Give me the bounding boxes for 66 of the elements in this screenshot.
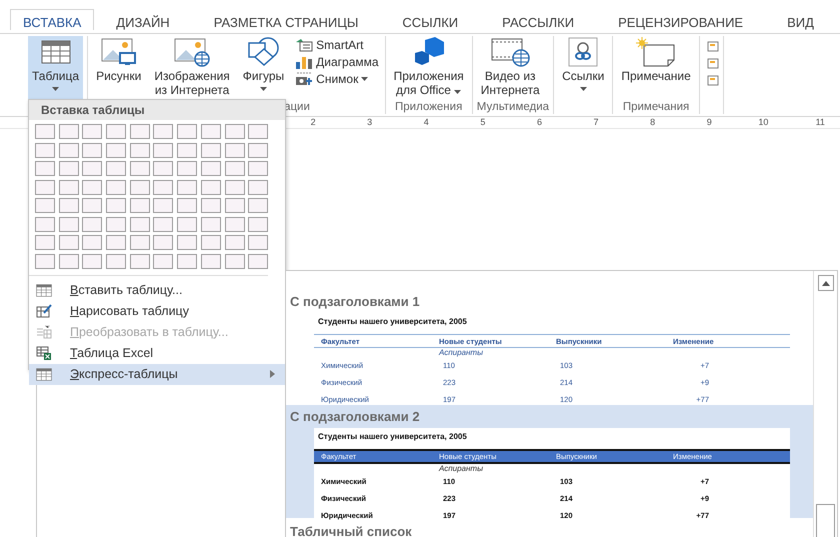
smartart-icon	[295, 38, 314, 52]
table-caption: Студенты нашего университета, 2005	[317, 316, 468, 328]
ribbon-tab[interactable]: РАЗМЕТКА СТРАНИЦЫ	[192, 9, 380, 30]
ribbon-button[interactable]: Диаграмма	[293, 54, 381, 70]
ruler-number: 2	[310, 117, 316, 128]
ruler-number: 7	[592, 117, 599, 128]
note-icon	[636, 37, 676, 67]
scroll-up-button[interactable]	[818, 275, 834, 291]
gallery-item-title: С подзаголовками 1	[289, 294, 421, 310]
ribbon-button[interactable]: Снимок	[293, 71, 381, 87]
convert-icon	[36, 325, 52, 339]
up-arrow-icon	[822, 280, 830, 286]
ruler-number: 3	[366, 117, 372, 128]
ruler-number: 9	[706, 117, 712, 128]
ribbon-tab[interactable]: ВИД	[765, 9, 836, 30]
menu-title: Вставка таблицы	[29, 100, 285, 120]
group-label: Приложения	[395, 100, 462, 114]
ribbon-button[interactable]: SmartArt	[293, 37, 381, 53]
ribbon-button[interactable]: Фигуры	[238, 36, 288, 100]
ribbon-button[interactable]: Видео из Интернета	[476, 36, 544, 100]
page-icon	[706, 41, 719, 52]
group-label: Мультимедиа	[476, 100, 550, 114]
table-caption: Студенты нашего университета, 2005	[317, 431, 468, 443]
link-icon	[568, 37, 598, 67]
excel-table-icon	[36, 346, 52, 360]
ribbon-tab[interactable]: ССЫЛКИ	[380, 9, 480, 30]
ruler-number: 8	[649, 117, 656, 128]
ribbon-tab[interactable]: ВСТАВКА	[10, 9, 94, 30]
ruler-number: 10	[757, 117, 768, 128]
ribbon-button[interactable]: Рисунки	[92, 36, 146, 100]
picture-icon	[100, 37, 137, 67]
film-globe-icon	[490, 37, 530, 67]
ruler-number: 4	[422, 117, 429, 128]
bar-chart-icon	[295, 55, 314, 69]
shapes-icon	[246, 37, 280, 67]
ribbon-tab[interactable]: ДИЗАЙН	[94, 9, 192, 30]
table-icon	[40, 40, 71, 64]
page-icon	[706, 58, 719, 69]
ribbon-button[interactable]: Изображения из Интернета	[150, 36, 234, 100]
page-icon	[706, 75, 719, 86]
menu-item[interactable]: Нарисовать таблицу	[29, 300, 285, 322]
ruler-number: 11	[814, 117, 825, 128]
table-icon	[36, 368, 52, 380]
group-label: Примечания	[622, 100, 690, 114]
subheading: Аспиранты	[438, 464, 484, 473]
table-icon	[36, 284, 52, 296]
gallery-item[interactable]: Табличный список	[286, 520, 813, 537]
gallery-item-title: С подзаголовками 2	[289, 409, 421, 425]
ribbon-tab[interactable]: РАССЫЛКИ	[480, 9, 596, 30]
ribbon-button[interactable]: Таблица	[28, 36, 84, 100]
scrollbar[interactable]	[813, 271, 837, 537]
menu-item[interactable]: Экспресс-таблицы	[29, 364, 285, 384]
scrollbar-thumb[interactable]	[816, 504, 835, 537]
ruler-number: 6	[536, 117, 542, 128]
ribbon-tab[interactable]: РЕЦЕНЗИРОВАНИЕ	[596, 9, 766, 30]
menu-item[interactable]: Вставить таблицу...	[29, 280, 285, 300]
subheading: Аспиранты	[438, 348, 484, 357]
ruler-number: 5	[479, 117, 486, 128]
ribbon-button[interactable]: Ссылки	[558, 36, 608, 100]
gallery-item-title: Табличный список	[289, 524, 413, 537]
picture-globe-icon	[174, 37, 210, 67]
camera-icon	[295, 72, 314, 86]
ribbon-button[interactable]: Приложения для Office	[390, 36, 468, 100]
menu-item[interactable]: Таблица Excel	[29, 342, 285, 364]
ribbon-button[interactable]: Примечание	[617, 36, 695, 100]
draw-table-icon	[36, 304, 52, 318]
